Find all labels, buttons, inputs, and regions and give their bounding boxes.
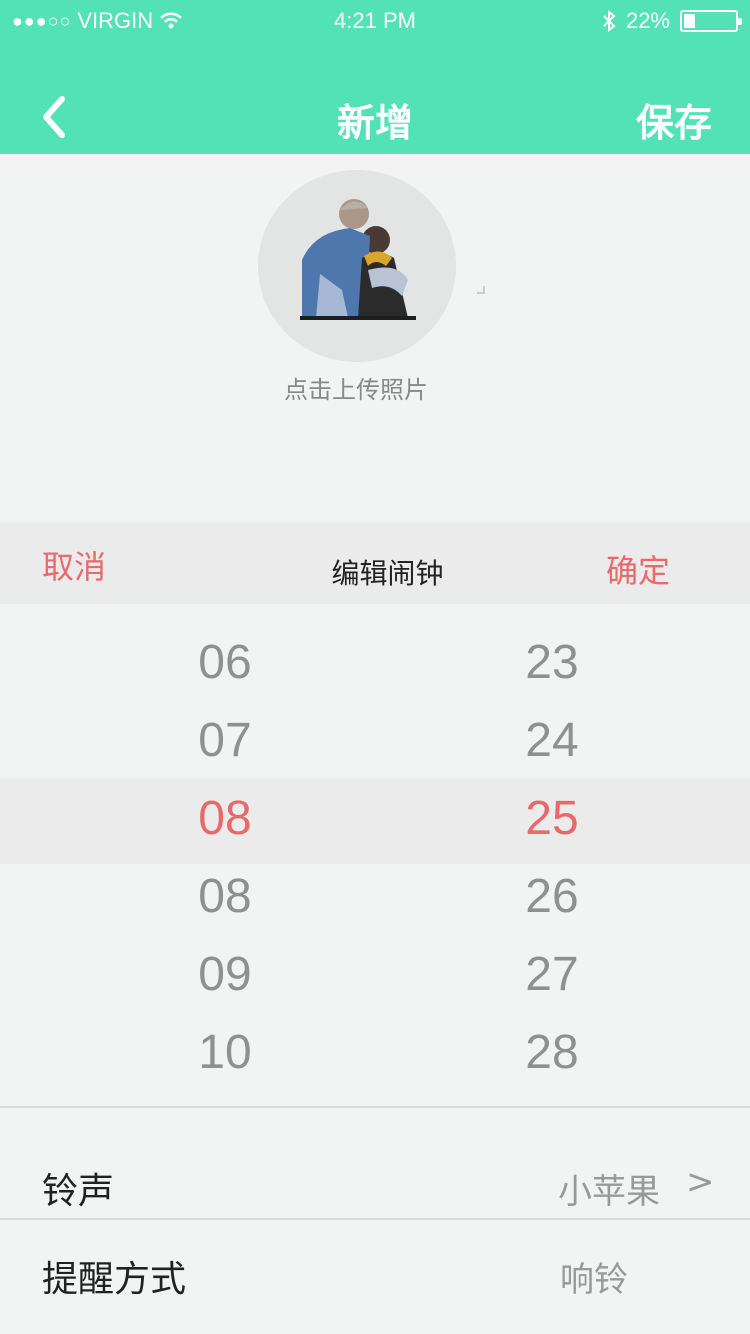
hour-wheel[interactable]: 06 07 08 08 09 10 [145,624,305,1092]
reminder-label: 提醒方式 [42,1259,187,1300]
minute-option[interactable]: 28 [472,1014,632,1092]
ringtone-label: 铃声 [42,1171,115,1212]
ringtone-value: 小苹果 [558,1172,660,1212]
battery-icon [680,10,742,32]
resize-handle-mark [477,286,485,294]
hour-option[interactable]: 09 [145,936,305,1014]
chevron-right-icon: > [686,1162,715,1202]
minute-option[interactable]: 24 [472,702,632,780]
upload-photo-label[interactable]: 点击上传照片 [0,370,712,405]
picker-toolbar: 取消 编辑闹钟 确定 [0,522,750,604]
minute-wheel[interactable]: 23 24 25 26 27 28 [472,624,632,1092]
minute-option-selected[interactable]: 25 [472,780,632,858]
hour-option[interactable]: 06 [145,624,305,702]
hour-option[interactable]: 10 [145,1014,305,1092]
hour-option[interactable]: 08 [145,858,305,936]
hour-option-selected[interactable]: 08 [145,780,305,858]
reminder-row[interactable]: 提醒方式 响铃 [0,1220,750,1330]
minute-option[interactable]: 27 [472,936,632,1014]
confirm-button[interactable]: 确定 [606,546,670,592]
bluetooth-icon [603,10,616,32]
battery-percent: 22% [625,8,670,33]
hour-option[interactable]: 07 [145,702,305,780]
picker-selection-band [0,778,750,864]
time-picker: 06 07 08 08 09 10 23 24 25 26 27 28 [0,604,750,1106]
minute-option[interactable]: 26 [472,858,632,936]
save-button[interactable]: 保存 [636,92,712,147]
reminder-value: 响铃 [560,1260,628,1300]
navigation-bar: 新增 保存 [0,80,750,154]
photo-upload-avatar[interactable] [258,170,456,362]
status-right: 22% [602,8,742,34]
status-bar: ●●●○○ VIRGIN 4:21 PM 22% [0,0,750,40]
minute-option[interactable]: 23 [472,624,632,702]
couple-photo [258,170,456,362]
divider [0,1106,750,1108]
battery-level [684,14,695,28]
header: ●●●○○ VIRGIN 4:21 PM 22% 新增 保存 [0,0,750,154]
